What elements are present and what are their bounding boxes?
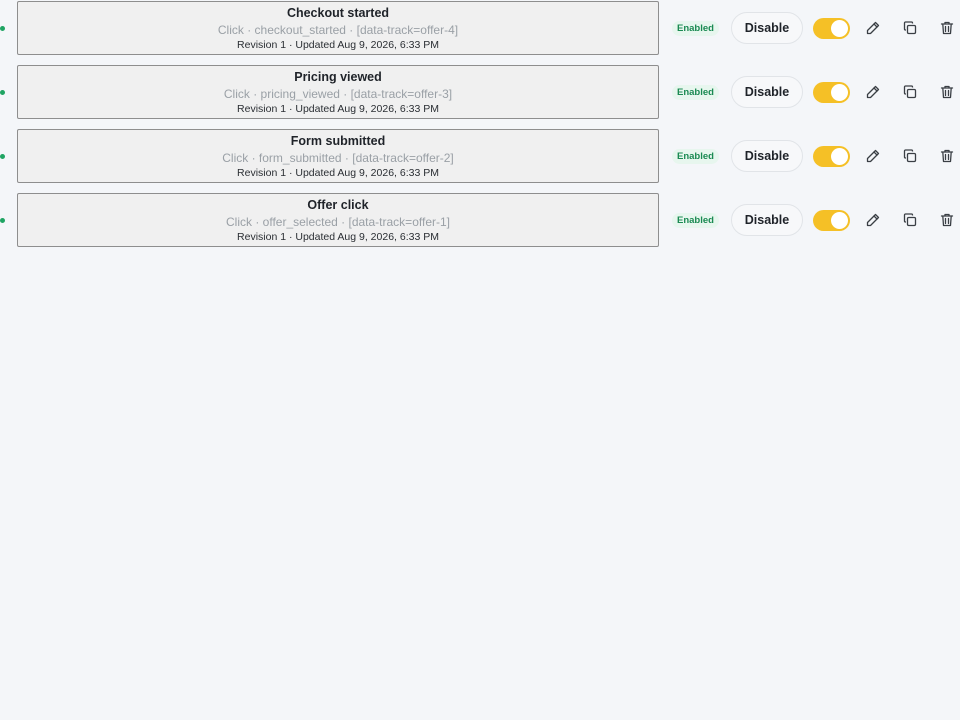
toggle-knob (831, 148, 848, 165)
status-dot (0, 26, 5, 31)
event-meta: Revision 1 · Updated Aug 9, 2026, 6:33 P… (237, 167, 439, 179)
event-card[interactable]: Checkout started Click · checkout_starte… (17, 1, 659, 55)
toggle-knob (831, 20, 848, 37)
disable-button[interactable]: Disable (731, 204, 803, 236)
pencil-icon[interactable] (865, 212, 881, 228)
event-meta: Revision 1 · Updated Aug 9, 2026, 6:33 P… (237, 103, 439, 115)
event-title: Form submitted (290, 134, 386, 148)
toggle-knob (831, 212, 848, 229)
status-badge: Enabled (672, 213, 719, 228)
disable-button[interactable]: Disable (731, 140, 803, 172)
status-dot (0, 154, 5, 159)
event-detail: Click · checkout_started · [data-track=o… (217, 23, 459, 37)
status-dot (0, 218, 5, 223)
copy-icon[interactable] (902, 20, 918, 36)
event-detail: Click · form_submitted · [data-track=off… (222, 151, 454, 165)
event-row: Pricing viewed Click · pricing_viewed · … (0, 65, 960, 121)
event-card[interactable]: Pricing viewed Click · pricing_viewed · … (17, 65, 659, 119)
event-title: Checkout started (286, 6, 390, 20)
enabled-toggle[interactable] (813, 146, 850, 167)
status-dot (0, 90, 5, 95)
disable-button[interactable]: Disable (731, 12, 803, 44)
status-badge: Enabled (672, 85, 719, 100)
pencil-icon[interactable] (865, 20, 881, 36)
pencil-icon[interactable] (865, 148, 881, 164)
copy-icon[interactable] (902, 84, 918, 100)
trash-icon[interactable] (939, 20, 955, 36)
event-meta: Revision 1 · Updated Aug 9, 2026, 6:33 P… (237, 39, 439, 51)
event-row: Offer click Click · offer_selected · [da… (0, 193, 960, 249)
event-row: Form submitted Click · form_submitted · … (0, 129, 960, 185)
trash-icon[interactable] (939, 84, 955, 100)
event-row: Checkout started Click · checkout_starte… (0, 1, 960, 57)
event-title: Pricing viewed (294, 70, 382, 84)
event-detail: Click · pricing_viewed · [data-track=off… (223, 87, 453, 101)
event-meta: Revision 1 · Updated Aug 9, 2026, 6:33 P… (237, 231, 439, 243)
enabled-toggle[interactable] (813, 18, 850, 39)
pencil-icon[interactable] (865, 84, 881, 100)
toggle-knob (831, 84, 848, 101)
enabled-toggle[interactable] (813, 82, 850, 103)
event-card[interactable]: Offer click Click · offer_selected · [da… (17, 193, 659, 247)
event-title: Offer click (307, 198, 369, 212)
trash-icon[interactable] (939, 148, 955, 164)
trash-icon[interactable] (939, 212, 955, 228)
status-badge: Enabled (672, 21, 719, 36)
copy-icon[interactable] (902, 148, 918, 164)
disable-button[interactable]: Disable (731, 76, 803, 108)
event-detail: Click · offer_selected · [data-track=off… (226, 215, 450, 229)
event-card[interactable]: Form submitted Click · form_submitted · … (17, 129, 659, 183)
copy-icon[interactable] (902, 212, 918, 228)
status-badge: Enabled (672, 149, 719, 164)
enabled-toggle[interactable] (813, 210, 850, 231)
